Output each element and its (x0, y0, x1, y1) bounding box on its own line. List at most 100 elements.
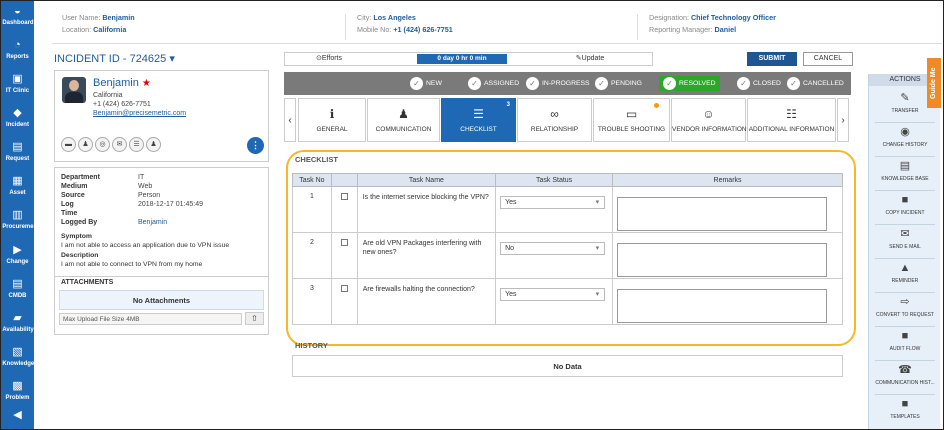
status-closed[interactable]: ✓ CLOSED (737, 76, 781, 91)
action-reminder[interactable]: ▲ REMINDER (869, 262, 941, 284)
list-icon[interactable]: ☰ (129, 137, 144, 152)
detail-value: Person (138, 192, 161, 199)
action-label: COPY INCIDENT (885, 210, 925, 216)
action-change-history[interactable]: ◉ CHANGE HISTORY (869, 126, 941, 148)
action-audit-flow[interactable]: ■ AUDIT FLOW (869, 330, 941, 352)
nav-item-knowledge[interactable]: ▧ Knowledge (1, 346, 34, 367)
person-icon: ♟ (398, 107, 409, 121)
tab-label: RELATIONSHIP (530, 126, 579, 133)
document-icon: ☷ (786, 107, 797, 121)
tab-checklist[interactable]: ☰ CHECKLIST 3 (441, 98, 516, 142)
action-label: REMINDER (891, 278, 919, 284)
check-icon: ✓ (787, 76, 800, 90)
tabs-scroll-left-icon[interactable]: ‹ (284, 98, 296, 142)
attachments-label: ATTACHMENTS (61, 279, 114, 286)
description-label: Description (61, 252, 99, 259)
user-info-header: User Name: Benjamin Location: California… (52, 8, 942, 44)
it-clinic-icon: ▣ (12, 73, 23, 85)
check-icon: ✓ (595, 76, 608, 90)
status-assigned[interactable]: ✓ ASSIGNED (468, 76, 519, 91)
mail-icon[interactable]: ✉ (112, 137, 127, 152)
more-options-button[interactable]: ⋮ (247, 137, 264, 154)
cancel-button[interactable]: CANCEL (803, 52, 853, 66)
status-resolved[interactable]: ✓ RESOLVED (659, 76, 720, 91)
action-label: AUDIT FLOW (889, 346, 921, 352)
action-templates[interactable]: ■ TEMPLATES (869, 398, 941, 420)
tab-label: VENDOR INFORMATION (672, 126, 747, 133)
requester-email-link[interactable]: Benjamin@precisemetric.com (93, 110, 186, 117)
checklist-icon: ☰ (473, 107, 484, 121)
status-progress-bar: ✓ NEW ✓ ASSIGNED ✓ IN-PROGRESS ✓ PENDING ✓ RESOLV… (284, 72, 851, 95)
asset-icon: ▦ (12, 175, 23, 187)
id-icon[interactable]: ◎ (95, 137, 110, 152)
nav-item-incident[interactable]: ◆ Incident (1, 107, 34, 128)
relationship-icon: ∞ (550, 107, 559, 121)
user-icon[interactable]: ♟ (78, 137, 93, 152)
status-pending[interactable]: ✓ PENDING (595, 76, 642, 91)
divider (875, 326, 935, 327)
check-icon: ✓ (526, 76, 539, 90)
action-send-e-mail[interactable]: ✉ SEND E MAIL (869, 228, 941, 250)
efforts-button[interactable]: ⊙Efforts (285, 53, 373, 65)
action-label: CONVERT TO REQUEST (876, 312, 934, 318)
manager-value: Daniel (714, 25, 737, 34)
symptom-label: Symptom (61, 233, 92, 240)
nav-item-problem[interactable]: ▩ Problem (1, 380, 34, 401)
tab-general[interactable]: ℹ GENERAL (298, 98, 366, 142)
nav-item-request[interactable]: ▤ Request (1, 141, 34, 162)
nav-label: Reports (6, 53, 29, 60)
update-button[interactable]: ✎Update (550, 53, 630, 65)
action-label: TEMPLATES (890, 414, 920, 420)
nav-label: Problem (5, 394, 30, 401)
action-communication-hist-[interactable]: ☎ COMMUNICATION HIST... (869, 364, 941, 386)
status-new[interactable]: ✓ NEW (410, 76, 442, 91)
divider (875, 360, 935, 361)
tabs-scroll-right-icon[interactable]: › (837, 98, 849, 142)
incident-id-dropdown[interactable]: INCIDENT ID - 724625 ▾ (54, 52, 175, 65)
status-in-progress[interactable]: ✓ IN-PROGRESS (526, 76, 590, 91)
assign-icon[interactable]: ♟ (146, 137, 161, 152)
divider (875, 394, 935, 395)
detail-value: 2018-12-17 01:45:49 (138, 201, 203, 208)
nav-item-dashboard[interactable]: ◒ Dashboard (1, 5, 34, 26)
status-label: RESOLVED (679, 80, 716, 87)
tab-vendor-information[interactable]: ☺ VENDOR INFORMATION (671, 98, 747, 142)
tab-relationship[interactable]: ∞ RELATIONSHIP (517, 98, 592, 142)
nav-item-it-clinic[interactable]: ▣ IT Clinic (1, 73, 34, 94)
upload-file-field[interactable]: Max Upload File Size 4MB (59, 313, 242, 325)
city-info-col: City: Los Angeles Mobile No: +1 (424) 62… (357, 12, 453, 36)
nav-item-cmdb[interactable]: ▤ CMDB (1, 278, 34, 299)
action-knowledge-base[interactable]: ▤ KNOWLEDGE BASE (869, 160, 941, 182)
tab-communication[interactable]: ♟ COMMUNICATION (367, 98, 440, 142)
nav-item-reports[interactable]: ◔ Reports (1, 39, 34, 60)
nav-label: Incident (6, 121, 29, 128)
tab-additional-information[interactable]: ☷ ADDITIONAL INFORMATION (747, 98, 836, 142)
availability-icon: ▰ (13, 312, 22, 324)
nav-label: Dashboard (2, 19, 34, 26)
nav-item-change[interactable]: ▶ Change (1, 244, 34, 265)
chat-icon[interactable]: ▬ (61, 137, 76, 152)
upload-icon[interactable]: ⇧ (245, 312, 264, 325)
status-cancelled[interactable]: ✓ CANCELLED (787, 76, 844, 91)
detail-label: Source (61, 192, 85, 199)
action-copy-incident[interactable]: ■ COPY INCIDENT (869, 194, 941, 216)
nav-item-more[interactable]: ◀ (1, 409, 34, 421)
email-icon: ✉ (900, 228, 910, 240)
submit-button[interactable]: SUBMIT (747, 52, 797, 66)
divider (875, 190, 935, 191)
history-empty-box: No Data (292, 355, 843, 377)
divider (875, 122, 935, 123)
checklist-count-badge: 3 (506, 102, 510, 108)
nav-item-availability[interactable]: ▰ Availability (1, 312, 34, 333)
nav-item-asset[interactable]: ▦ Asset (1, 175, 34, 196)
divider (875, 156, 935, 157)
action-convert-to-request[interactable]: ⇨ CONVERT TO REQUEST (869, 296, 941, 318)
guide-me-button[interactable]: Guide Me (927, 58, 941, 108)
nav-label: Change (6, 258, 29, 265)
highlight-annotation (286, 150, 856, 346)
tab-trouble-shooting[interactable]: ▭ TROUBLE SHOOTING (593, 98, 670, 142)
no-attachments-box: No Attachments (59, 290, 264, 310)
monitor-icon: ▭ (625, 107, 638, 121)
detail-row: Source Person (61, 191, 160, 200)
nav-item-procurement[interactable]: ▥ Procurement (1, 209, 39, 230)
